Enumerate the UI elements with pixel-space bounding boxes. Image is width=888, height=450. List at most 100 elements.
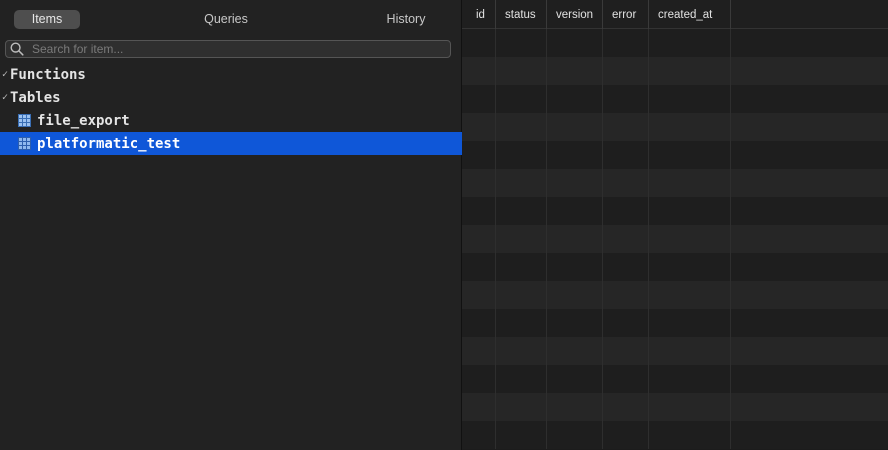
table-cell <box>496 29 547 57</box>
table-cell <box>462 169 496 197</box>
table-cell <box>649 169 731 197</box>
table-cell <box>547 85 603 113</box>
table-cell <box>649 197 731 225</box>
table-cell <box>496 309 547 337</box>
table-cell <box>462 197 496 225</box>
table-cell <box>462 309 496 337</box>
table-cell <box>649 365 731 393</box>
grid-body <box>462 29 888 449</box>
tree-item-file-export[interactable]: file_export <box>0 109 462 132</box>
search-box <box>5 40 451 58</box>
column-header-id[interactable]: id <box>462 0 496 29</box>
table-cell <box>649 337 731 365</box>
tree-group-tables[interactable]: ✓ Tables <box>0 86 462 109</box>
table-cell <box>603 337 649 365</box>
tree-item-label: platformatic_test <box>37 135 181 152</box>
table-icon <box>18 137 31 150</box>
column-header-version[interactable]: version <box>547 0 603 29</box>
tab-history[interactable]: History <box>376 10 436 29</box>
tab-queries[interactable]: Queries <box>196 10 256 29</box>
search-input[interactable] <box>28 41 450 57</box>
table-row <box>462 421 888 449</box>
table-cell <box>496 365 547 393</box>
table-cell <box>462 393 496 421</box>
table-cell <box>496 421 547 449</box>
table-cell <box>603 421 649 449</box>
item-tree: ✓ Functions ✓ Tables file_export platfor… <box>0 63 462 155</box>
table-cell <box>462 225 496 253</box>
table-cell <box>462 337 496 365</box>
table-row <box>462 309 888 337</box>
tree-group-functions[interactable]: ✓ Functions <box>0 63 462 86</box>
column-header-error[interactable]: error <box>603 0 649 29</box>
table-cell <box>649 253 731 281</box>
table-cell <box>603 309 649 337</box>
table-cell <box>649 421 731 449</box>
table-cell <box>603 113 649 141</box>
table-cell <box>649 57 731 85</box>
table-cell <box>496 337 547 365</box>
table-row <box>462 225 888 253</box>
table-cell <box>649 281 731 309</box>
sidebar: Items Queries History ✓ Functions ✓ Tabl… <box>0 0 462 450</box>
table-cell <box>649 113 731 141</box>
column-header-status[interactable]: status <box>496 0 547 29</box>
table-cell <box>649 29 731 57</box>
table-cell <box>496 141 547 169</box>
column-header-created-at[interactable]: created_at <box>649 0 731 29</box>
table-cell <box>603 281 649 309</box>
table-cell <box>603 197 649 225</box>
table-row <box>462 169 888 197</box>
table-row <box>462 281 888 309</box>
table-cell <box>496 197 547 225</box>
table-cell <box>496 225 547 253</box>
table-cell <box>547 421 603 449</box>
table-row <box>462 57 888 85</box>
table-cell <box>547 309 603 337</box>
app-window: Items Queries History ✓ Functions ✓ Tabl… <box>0 0 888 450</box>
table-row <box>462 113 888 141</box>
table-cell <box>496 169 547 197</box>
tree-group-label: Functions <box>10 66 86 83</box>
table-cell <box>496 281 547 309</box>
table-row <box>462 253 888 281</box>
table-cell <box>547 57 603 85</box>
table-cell <box>603 393 649 421</box>
table-icon <box>18 114 31 127</box>
table-row <box>462 337 888 365</box>
table-cell <box>649 141 731 169</box>
tree-group-label: Tables <box>10 89 61 106</box>
table-cell <box>547 225 603 253</box>
table-cell <box>603 365 649 393</box>
table-cell <box>496 393 547 421</box>
table-cell <box>649 225 731 253</box>
table-row <box>462 197 888 225</box>
tab-items[interactable]: Items <box>14 10 80 29</box>
table-cell <box>496 85 547 113</box>
table-cell <box>649 309 731 337</box>
table-cell <box>603 225 649 253</box>
table-cell <box>547 113 603 141</box>
table-cell <box>496 253 547 281</box>
table-cell <box>547 197 603 225</box>
table-cell <box>462 57 496 85</box>
chevron-down-icon[interactable]: ✓ <box>0 69 10 80</box>
table-cell <box>462 29 496 57</box>
table-cell <box>603 29 649 57</box>
table-cell <box>462 113 496 141</box>
table-cell <box>462 253 496 281</box>
table-row <box>462 365 888 393</box>
table-cell <box>496 57 547 85</box>
search-icon <box>10 41 28 57</box>
table-cell <box>547 365 603 393</box>
table-row <box>462 85 888 113</box>
table-cell <box>462 365 496 393</box>
table-cell <box>649 85 731 113</box>
tree-item-platformatic-test[interactable]: platformatic_test <box>0 132 462 155</box>
grid-header: id status version error created_at <box>462 0 888 29</box>
chevron-down-icon[interactable]: ✓ <box>0 92 10 103</box>
table-row <box>462 141 888 169</box>
table-cell <box>547 253 603 281</box>
table-cell <box>547 281 603 309</box>
table-cell <box>603 85 649 113</box>
